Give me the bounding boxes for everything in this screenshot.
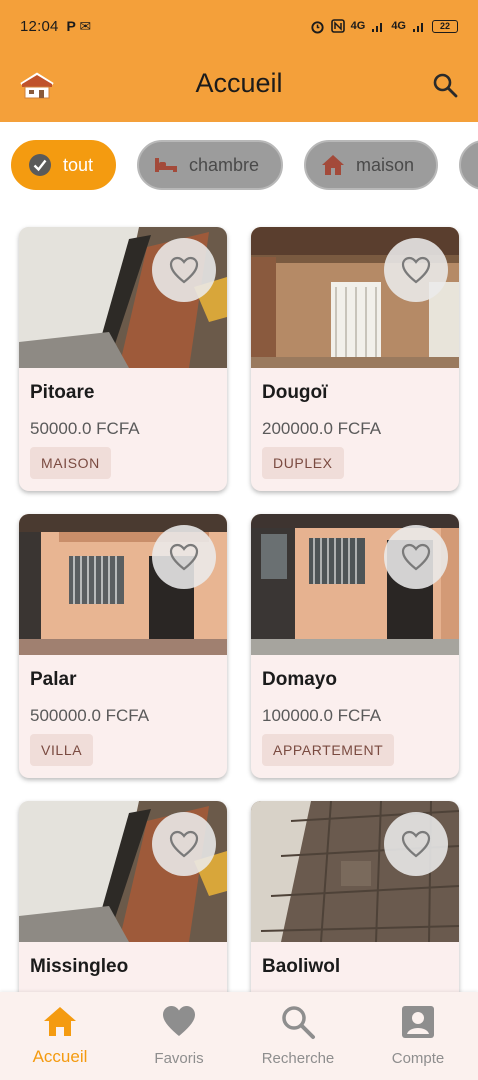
listing-name: Pitoare	[30, 382, 95, 403]
listing-card[interactable]: Palar 500000.0 FCFA VILLA	[19, 514, 227, 778]
listing-price: 100000.0 FCFA	[262, 706, 382, 725]
status-right-icons: 4G 4G 22	[310, 19, 458, 34]
listing-name: Domayo	[262, 669, 337, 690]
top-bar: 12:04 P ✉ 4G 4G 22 Accueil	[0, 0, 478, 122]
favorite-button[interactable]	[152, 238, 216, 302]
listing-photo	[251, 801, 459, 942]
app-bar: Accueil	[0, 52, 478, 122]
check-circle-icon	[27, 152, 53, 178]
chip-label: tout	[63, 154, 94, 175]
favorite-button[interactable]	[152, 525, 216, 589]
favorite-button[interactable]	[152, 812, 216, 876]
listing-photo	[19, 514, 227, 655]
nav-favoris[interactable]: Favoris	[119, 992, 239, 1080]
favorite-button[interactable]	[384, 525, 448, 589]
chip-label: chambre	[189, 154, 260, 175]
signal-icon	[372, 22, 383, 32]
listing-type-badge: MAISON	[30, 447, 111, 479]
bottom-navigation: Accueil Favoris Recherche Compte	[0, 992, 478, 1080]
listing-price: 500000.0 FCFA	[30, 706, 150, 725]
listing-type-badge: DUPLEX	[262, 447, 344, 479]
listing-name: Dougoï	[262, 382, 328, 403]
listing-card[interactable]: Dougoï 200000.0 FCFA DUPLEX	[251, 227, 459, 491]
nav-label: Accueil	[32, 1047, 88, 1066]
listing-card[interactable]: Domayo 100000.0 FCFA APPARTEMENT	[251, 514, 459, 778]
chip-partial[interactable]	[459, 140, 478, 190]
nav-label: Compte	[391, 1050, 445, 1067]
category-chips: tout chambre maison	[0, 138, 478, 192]
nav-compte[interactable]: Compte	[358, 992, 478, 1080]
favorite-button[interactable]	[384, 238, 448, 302]
listing-photo	[251, 227, 459, 368]
signal-icon	[413, 22, 423, 32]
battery-indicator: 22	[432, 19, 458, 33]
heart-icon	[163, 1006, 195, 1036]
heart-outline-icon	[169, 256, 199, 284]
listing-type-badge: APPARTEMENT	[262, 734, 395, 766]
heart-outline-icon	[401, 543, 431, 571]
chip-tout[interactable]: tout	[11, 140, 116, 190]
listing-type-badge: VILLA	[30, 734, 94, 766]
heart-outline-icon	[401, 256, 431, 284]
heart-outline-icon	[401, 830, 431, 858]
listing-photo	[19, 801, 227, 942]
listing-photo	[251, 514, 459, 655]
listing-price: 200000.0 FCFA	[262, 419, 382, 438]
alarm-icon	[311, 20, 324, 34]
heart-outline-icon	[169, 543, 199, 571]
signal-label-1: 4G	[350, 20, 366, 32]
listing-price: 50000.0 FCFA	[30, 419, 140, 438]
nav-accueil[interactable]: Accueil	[0, 992, 120, 1080]
nfc-icon	[330, 19, 345, 33]
nav-label: Favoris	[154, 1050, 204, 1067]
listing-name: Palar	[30, 669, 77, 690]
chip-maison[interactable]: maison	[304, 140, 438, 190]
page-title: Accueil	[195, 68, 283, 98]
notification-icons: P ✉	[66, 17, 92, 34]
signal-label-2: 4G	[391, 20, 406, 32]
home-icon	[44, 1007, 76, 1036]
account-icon	[402, 1006, 434, 1038]
search-icon[interactable]	[432, 72, 458, 98]
status-bar: 12:04 P ✉ 4G 4G 22	[0, 0, 478, 52]
bed-icon	[153, 152, 179, 178]
favorite-button[interactable]	[384, 812, 448, 876]
listing-card[interactable]: Pitoare 50000.0 FCFA MAISON	[19, 227, 227, 491]
nav-recherche[interactable]: Recherche	[238, 992, 358, 1080]
listing-name: Missingleo	[30, 956, 129, 977]
listing-name: Baoliwol	[262, 956, 341, 977]
listing-photo	[19, 227, 227, 368]
search-icon	[282, 1006, 315, 1039]
house-icon	[320, 152, 346, 178]
chip-label: maison	[356, 154, 415, 175]
heart-outline-icon	[169, 830, 199, 858]
status-time: 12:04	[20, 17, 59, 35]
nav-label: Recherche	[261, 1050, 335, 1067]
chip-chambre[interactable]: chambre	[137, 140, 283, 190]
